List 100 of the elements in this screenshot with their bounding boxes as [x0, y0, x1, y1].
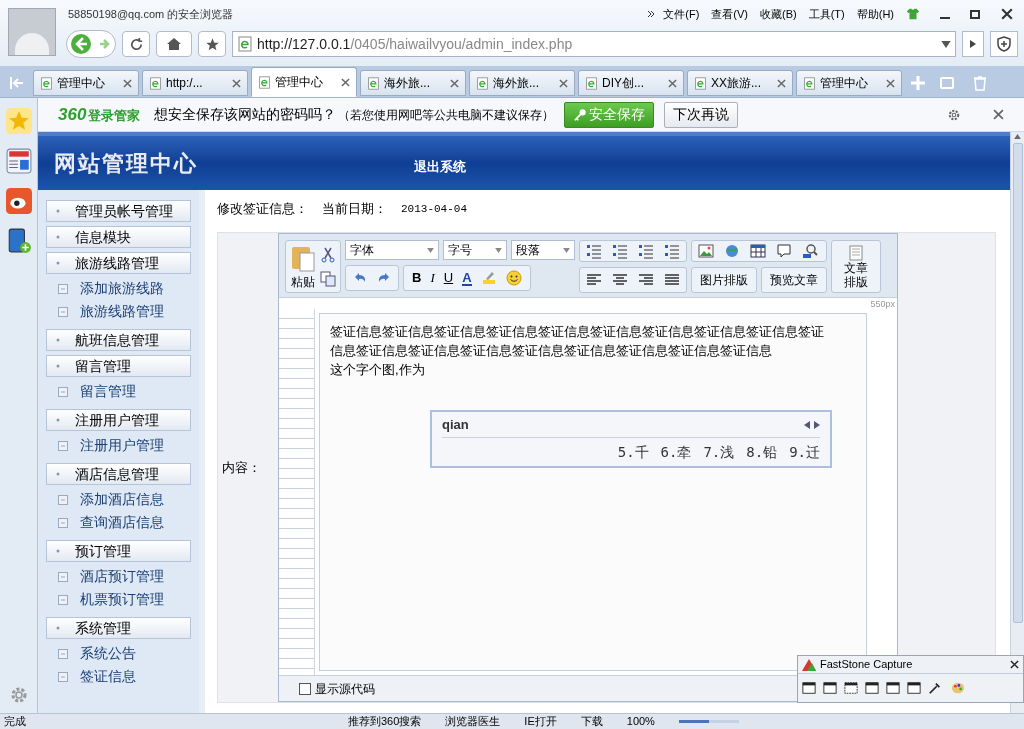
browser-tab[interactable]: http:/...: [142, 70, 248, 96]
checkbox[interactable]: [299, 682, 311, 695]
nav-link[interactable]: 留言管理: [80, 381, 136, 402]
smiley-icon[interactable]: [505, 270, 522, 286]
nav-section-header[interactable]: 管理员帐号管理: [46, 200, 191, 222]
highlighter-icon[interactable]: [480, 270, 497, 286]
nav-link[interactable]: 查询酒店信息: [80, 512, 164, 533]
scrollbar[interactable]: [1010, 132, 1024, 713]
nav-section-header[interactable]: 注册用户管理: [46, 409, 191, 431]
nav-section-header[interactable]: 酒店信息管理: [46, 463, 191, 485]
favorite-button[interactable]: [198, 31, 226, 57]
menu-item[interactable]: 查看(V): [711, 5, 748, 23]
paragraph-select[interactable]: 段落: [511, 240, 575, 260]
nav-section-header[interactable]: 系统管理: [46, 617, 191, 639]
tab-label: 管理中心: [275, 74, 324, 91]
preview-article-button[interactable]: 预览文章: [761, 267, 827, 293]
status-bar-item[interactable]: 推荐到360搜索: [348, 713, 422, 729]
nav-section-header[interactable]: 留言管理: [46, 355, 191, 377]
bullet-list-icon[interactable]: [612, 243, 628, 259]
nav-section-header[interactable]: 航班信息管理: [46, 329, 191, 351]
menu-item[interactable]: 工具(T): [808, 5, 845, 23]
status-bar-item[interactable]: IE打开: [524, 713, 557, 729]
indent-icon[interactable]: [664, 243, 680, 259]
ime-candidate[interactable]: 7.浅: [703, 442, 735, 462]
align-center-icon[interactable]: [612, 272, 628, 288]
browser-tab[interactable]: DIY创...: [578, 70, 684, 96]
nav-link[interactable]: 酒店预订管理: [80, 566, 164, 587]
address-field[interactable]: http://127.0.0.1/0405/haiwailvyou/admin_index.php: [232, 31, 956, 57]
bold-button[interactable]: B: [412, 268, 422, 288]
scroll-up-arrow-icon[interactable]: [1014, 134, 1021, 139]
underline-button[interactable]: U: [443, 268, 454, 288]
globe-icon[interactable]: [724, 243, 740, 259]
dropdown-caret-icon[interactable]: [941, 40, 951, 48]
align-right-icon[interactable]: [638, 272, 654, 288]
font-select[interactable]: 字体: [345, 240, 439, 260]
nav-link[interactable]: 机票预订管理: [80, 589, 164, 610]
browser-tab[interactable]: 管理中心: [796, 70, 902, 96]
settings-icon[interactable]: [947, 107, 961, 122]
nav-section-header[interactable]: 预订管理: [46, 540, 191, 562]
close-icon[interactable]: [1010, 660, 1019, 669]
shield-button[interactable]: [990, 31, 1018, 57]
double-chevron-icon[interactable]: [647, 10, 656, 18]
scissors-icon[interactable]: [320, 246, 336, 263]
font-color-button[interactable]: A: [462, 270, 472, 286]
numbered-list-icon[interactable]: [586, 243, 602, 259]
go-button[interactable]: [962, 31, 984, 57]
nav-section-header[interactable]: 信息模块: [46, 226, 191, 248]
menu-item[interactable]: 收藏(B): [760, 5, 797, 23]
fullscreen-capture-icon[interactable]: [886, 681, 900, 695]
image-icon[interactable]: [698, 243, 714, 259]
speech-bubble-icon[interactable]: [776, 243, 792, 259]
browser-tab[interactable]: 海外旅...: [469, 70, 575, 96]
zoom-slider[interactable]: [678, 720, 739, 723]
freehand-capture-icon[interactable]: [865, 681, 879, 695]
align-left-icon[interactable]: [586, 272, 602, 288]
italic-button[interactable]: I: [430, 268, 435, 288]
article-layout-button[interactable]: 文章排版: [831, 240, 881, 293]
ime-candidate[interactable]: 8.铅: [746, 442, 778, 462]
table-icon[interactable]: [750, 243, 766, 259]
later-button[interactable]: 下次再说: [664, 101, 739, 128]
back-forward-button[interactable]: [66, 30, 116, 58]
outdent-icon[interactable]: [638, 243, 654, 259]
ime-candidate[interactable]: 6.牵: [660, 442, 692, 462]
nav-section-header[interactable]: 旅游线路管理: [46, 252, 191, 274]
image-layout-button[interactable]: 图片排版: [691, 267, 757, 293]
news-icon[interactable]: [5, 148, 32, 174]
copy-icon[interactable]: [320, 270, 336, 287]
status-bar-item[interactable]: 下载: [580, 713, 603, 729]
status-bar-item[interactable]: 浏览器医生: [445, 713, 501, 729]
justify-icon[interactable]: [664, 272, 680, 288]
region-capture-icon[interactable]: [844, 681, 858, 695]
home-button[interactable]: [156, 31, 192, 57]
palette-icon[interactable]: [949, 681, 967, 695]
window-capture-icon[interactable]: [802, 681, 816, 695]
status-bar-item[interactable]: 100%: [626, 713, 655, 729]
shirt-icon[interactable]: [906, 7, 920, 21]
refresh-button[interactable]: [122, 31, 150, 57]
ime-candidate[interactable]: 9.迁: [789, 442, 820, 462]
frame-capture-icon[interactable]: [823, 681, 837, 695]
page-icon: [803, 76, 816, 90]
browser-tab[interactable]: 管理中心: [33, 70, 139, 96]
scroll-capture-icon[interactable]: [907, 681, 921, 695]
page-arrows-icon[interactable]: [804, 420, 820, 429]
browser-tab[interactable]: 管理中心: [251, 67, 357, 97]
logout-link[interactable]: 退出系统: [414, 157, 466, 177]
refresh-icon: [128, 36, 144, 52]
eyedropper-icon[interactable]: [928, 681, 942, 695]
magnifier-icon[interactable]: [802, 243, 818, 259]
browser-tab[interactable]: XX旅游...: [687, 70, 793, 96]
browser-tab[interactable]: 海外旅...: [360, 70, 466, 96]
nav-link[interactable]: 旅游线路管理: [80, 301, 164, 322]
nav-link[interactable]: 签证信息: [80, 666, 136, 687]
size-select[interactable]: 字号: [443, 240, 507, 260]
menu-item[interactable]: 文件(F): [663, 5, 700, 23]
menu-item[interactable]: 帮助(H): [856, 5, 894, 23]
nav-link[interactable]: 注册用户管理: [80, 435, 164, 456]
nav-link[interactable]: 系统公告: [80, 643, 136, 664]
ime-candidate[interactable]: 5.千: [617, 442, 649, 462]
nav-link[interactable]: 添加旅游线路: [80, 278, 164, 299]
nav-link[interactable]: 添加酒店信息: [80, 489, 164, 510]
